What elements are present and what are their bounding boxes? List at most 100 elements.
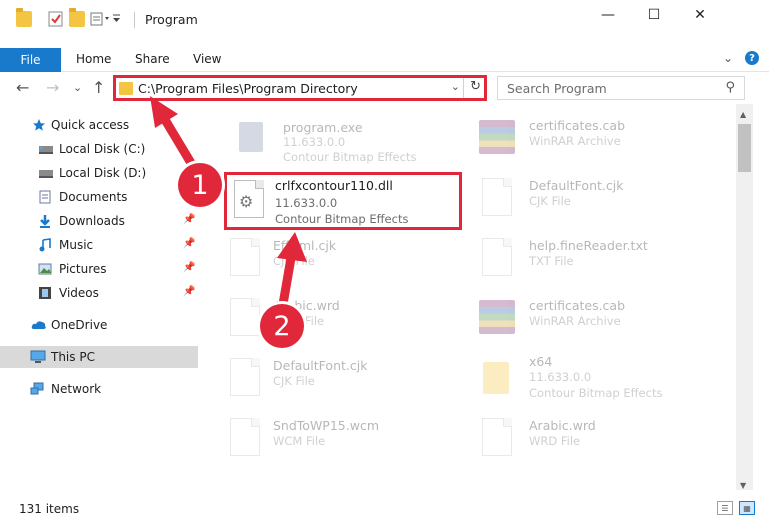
sidebar-item-downloads[interactable]: Downloads 📌 (0, 210, 198, 232)
list-item[interactable]: x64 11.633.0.0 Contour Bitmap Effects (477, 350, 717, 406)
help-icon[interactable]: ? (745, 51, 759, 65)
scroll-down-icon[interactable]: ▼ (740, 481, 746, 490)
list-item[interactable]: certificates.cab WinRAR Archive (477, 110, 717, 166)
pin-icon[interactable]: 📌 (183, 214, 195, 225)
folder-icon (477, 358, 517, 398)
pin-icon[interactable]: 📌 (183, 286, 195, 297)
address-path[interactable]: C:\Program Files\Program Directory (138, 81, 358, 96)
properties-icon[interactable] (48, 11, 64, 27)
file-name: DefaultFont.cjk (273, 358, 368, 373)
forward-button[interactable]: → (46, 78, 59, 97)
address-bar[interactable]: C:\Program Files\Program Directory ⌄ ↻ (113, 75, 487, 101)
file-icon (225, 358, 265, 398)
file-type: TXT File (529, 254, 574, 268)
file-description: Contour Bitmap Effects (275, 212, 409, 226)
sidebar-item-label: This PC (51, 350, 95, 364)
search-input[interactable]: Search Program (507, 81, 607, 96)
list-item[interactable]: DefaultFont.cjk CJK File (225, 350, 465, 406)
pin-icon[interactable]: 📌 (183, 238, 195, 249)
vertical-scrollbar[interactable]: ▲ ▼ (736, 104, 753, 490)
file-icon (477, 178, 517, 218)
sidebar-item-videos[interactable]: Videos 📌 (0, 282, 198, 304)
tab-share[interactable]: Share (135, 52, 170, 66)
file-description: Contour Bitmap Effects (529, 386, 663, 400)
sidebar-item-quick-access[interactable]: Quick access (0, 114, 198, 136)
pin-icon[interactable]: 📌 (183, 190, 195, 201)
file-version: 11.633.0.0 (283, 135, 346, 149)
sidebar-item-this-pc[interactable]: This PC (0, 346, 198, 368)
file-name: EffNml.cjk (273, 238, 337, 253)
file-version: 11.633.0.0 (529, 370, 592, 384)
file-type: WCM File (273, 434, 326, 448)
details-view-icon[interactable]: ☰ (717, 501, 733, 515)
list-item[interactable]: DefaultFont.cjk CJK File (477, 170, 717, 226)
address-divider (463, 78, 464, 98)
file-type: WinRAR Archive (529, 314, 621, 328)
minimize-button[interactable]: — (585, 0, 631, 30)
customize-quick-access-icon[interactable] (90, 11, 120, 27)
new-folder-icon[interactable] (69, 8, 85, 27)
sidebar-item-label: Network (51, 382, 102, 396)
file-name: x64 (529, 354, 553, 369)
list-item[interactable]: EffNml.cjk CJK File (225, 230, 465, 286)
back-button[interactable]: ← (16, 78, 29, 97)
title-separator (134, 12, 135, 28)
expand-ribbon-icon[interactable]: ⌄ (723, 51, 733, 65)
maximize-button[interactable]: ☐ (631, 0, 677, 30)
tab-home[interactable]: Home (76, 52, 111, 66)
scroll-up-icon[interactable]: ▲ (740, 110, 746, 119)
file-name: Arabic.wrd (273, 298, 340, 313)
folder-icon (16, 8, 32, 27)
close-button[interactable]: ✕ (677, 0, 723, 30)
tiles-view-icon[interactable]: ▦ (739, 501, 755, 515)
file-name: certificates.cab (529, 118, 626, 133)
file-type: WRD File (529, 434, 581, 448)
sidebar-item-onedrive[interactable]: OneDrive (0, 314, 198, 336)
list-item[interactable]: SndToWP15.wcm WCM File (225, 410, 465, 466)
file-type: WRD File (273, 314, 325, 328)
sidebar-item-documents[interactable]: Documents 📌 (0, 186, 198, 208)
list-item[interactable]: program.exe 11.633.0.0 Contour Bitmap Ef… (231, 110, 471, 166)
file-icon (225, 418, 265, 458)
list-item[interactable]: help.fineReader.txt TXT File (477, 230, 717, 286)
recent-locations-button[interactable]: ⌄ (73, 81, 82, 94)
sidebar-item-label: Music (59, 238, 94, 252)
scrollbar-thumb[interactable] (738, 124, 751, 172)
network-icon (30, 382, 44, 396)
list-item[interactable]: Arabic.wrd WRD File (477, 410, 717, 466)
search-box[interactable]: Search Program ⚲ (497, 76, 745, 100)
navigation-bar: ← → ⌄ ↑ C:\Program Files\Program Directo… (0, 72, 769, 104)
file-type: CJK File (273, 254, 315, 268)
file-name: certificates.cab (529, 298, 626, 313)
refresh-icon[interactable]: ↻ (470, 79, 481, 94)
tab-view[interactable]: View (193, 52, 221, 66)
navigation-pane: Quick access Local Disk (C:) Local Disk … (0, 104, 201, 490)
tab-file[interactable]: File (0, 48, 61, 72)
file-list: program.exe 11.633.0.0 Contour Bitmap Ef… (201, 104, 736, 490)
sidebar-item-local-disk-c[interactable]: Local Disk (C:) (0, 138, 198, 160)
pin-icon[interactable]: 📌 (183, 262, 195, 273)
file-name: program.exe (283, 120, 363, 135)
list-item[interactable]: certificates.cab WinRAR Archive (477, 290, 717, 346)
file-icon (477, 238, 517, 278)
archive-file-icon (477, 298, 517, 338)
status-bar: 131 items ☰ ▦ (0, 496, 769, 528)
sidebar-item-local-disk-d[interactable]: Local Disk (D:) (0, 162, 198, 184)
sidebar-item-label: Downloads (59, 214, 125, 228)
list-item[interactable]: Arabic.wrd WRD File (225, 290, 465, 346)
sidebar-item-network[interactable]: Network (0, 378, 198, 400)
file-icon (225, 238, 265, 278)
sidebar-item-pictures[interactable]: Pictures 📌 (0, 258, 198, 280)
sidebar-item-music[interactable]: Music 📌 (0, 234, 198, 256)
sidebar-item-label: Quick access (51, 118, 130, 132)
file-name: Arabic.wrd (529, 418, 596, 433)
list-item-highlighted[interactable]: ⚙ crlfxcontour110.dll 11.633.0.0 Contour… (224, 172, 462, 230)
address-dropdown-icon[interactable]: ⌄ (451, 80, 460, 93)
exe-file-icon (231, 118, 271, 158)
star-icon (32, 118, 46, 132)
dll-file-icon: ⚙ (229, 180, 269, 220)
search-icon[interactable]: ⚲ (725, 80, 735, 95)
drive-icon (38, 142, 53, 156)
up-button[interactable]: ↑ (92, 78, 105, 97)
file-type: CJK File (273, 374, 315, 388)
